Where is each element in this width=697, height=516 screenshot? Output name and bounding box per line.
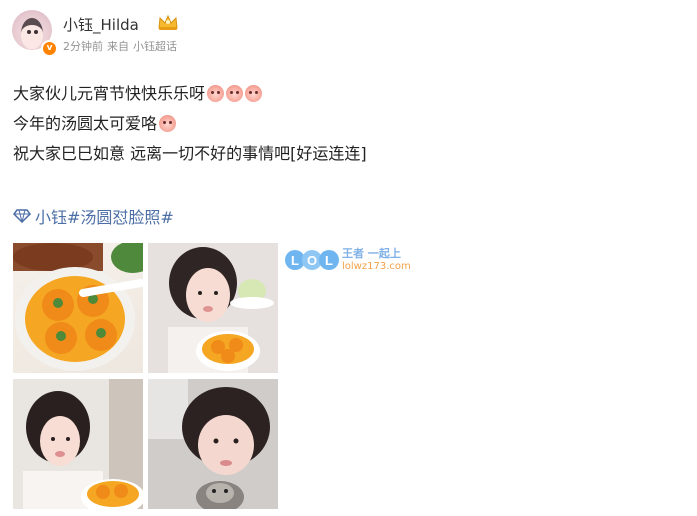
crown-icon bbox=[158, 14, 178, 30]
svg-text:L: L bbox=[291, 253, 299, 268]
avatar-eye-right bbox=[34, 30, 38, 34]
source-link[interactable]: 小钰超话 bbox=[133, 40, 177, 53]
blush-face-emoji-icon bbox=[159, 115, 177, 132]
text-line-3: 祝大家巳巳如意 远离一切不好的事情吧[好运连连] bbox=[13, 139, 673, 169]
topic-text: 小钰#汤圆怼脸照# bbox=[35, 208, 174, 227]
line-3-text: 祝大家巳巳如意 远离一切不好的事情吧[好运连连] bbox=[13, 144, 367, 163]
blush-face-emoji-icon bbox=[207, 85, 225, 102]
line-1-text: 大家伙儿元宵节快快乐乐呀 bbox=[13, 84, 206, 103]
selfie-with-cat-image bbox=[148, 379, 278, 509]
text-line-2: 今年的汤圆太可爱咯 bbox=[13, 109, 673, 139]
avatar-eye-left bbox=[27, 30, 31, 34]
watermark-url: lolwz173.com bbox=[342, 261, 411, 272]
selfie-eating-image bbox=[13, 379, 143, 509]
photo-1[interactable] bbox=[13, 243, 143, 373]
photo-4[interactable] bbox=[148, 379, 278, 509]
tangyuan-bowl-image bbox=[13, 243, 143, 371]
selfie-with-bowl-image bbox=[148, 243, 278, 373]
text-line-1: 大家伙儿元宵节快快乐乐呀 bbox=[13, 79, 673, 109]
watermark-title: 王者 一起上 bbox=[342, 247, 401, 260]
topic-link[interactable]: 小钰#汤圆怼脸照# bbox=[13, 204, 174, 228]
avatar-face bbox=[21, 18, 43, 49]
source-prefix: 来自 bbox=[107, 40, 129, 53]
svg-text:L: L bbox=[325, 253, 333, 268]
line-2-text: 今年的汤圆太可爱咯 bbox=[13, 114, 158, 133]
post-meta: 2分钟前 来自 小钰超话 bbox=[63, 38, 181, 54]
photo-3[interactable] bbox=[13, 379, 143, 509]
diamond-icon bbox=[13, 209, 31, 223]
photo-2[interactable] bbox=[148, 243, 278, 373]
svg-text:O: O bbox=[307, 253, 317, 268]
blush-face-emoji-icon bbox=[226, 85, 244, 102]
username-link[interactable]: 小钰_Hilda bbox=[63, 14, 139, 35]
weibo-post: v 小钰_Hilda 2分钟前 来自 小钰超话 大家伙儿元宵节快快乐乐呀 今年的汤圆… bbox=[0, 0, 697, 516]
post-time[interactable]: 2分钟前 bbox=[63, 40, 103, 53]
post-text: 大家伙儿元宵节快快乐乐呀 今年的汤圆太可爱咯 祝大家巳巳如意 远离一切不好的事情… bbox=[13, 79, 673, 169]
blush-face-emoji-icon bbox=[245, 85, 263, 102]
verified-badge: v bbox=[41, 40, 58, 57]
lol-logo-icon: L O L bbox=[285, 250, 339, 270]
site-watermark: L O L 王者 一起上 lolwz173.com bbox=[285, 245, 415, 275]
